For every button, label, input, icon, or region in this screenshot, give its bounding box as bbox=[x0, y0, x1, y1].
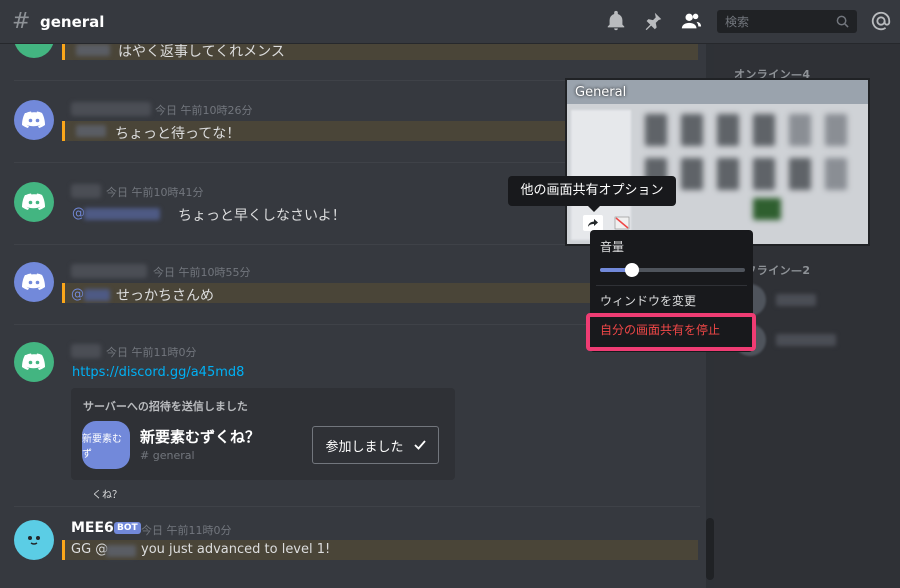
share-options-tooltip: 他の画面共有オプション bbox=[508, 176, 676, 212]
avatar[interactable] bbox=[14, 262, 54, 302]
channel-title: general bbox=[40, 13, 105, 31]
message-text: ちょっと待ってな！ bbox=[115, 126, 241, 142]
mentions-icon[interactable] bbox=[870, 10, 892, 32]
channel-header: # general bbox=[0, 0, 900, 44]
discord-logo-icon bbox=[22, 353, 45, 370]
server-icon[interactable]: 新要素むず bbox=[82, 421, 130, 469]
username[interactable] bbox=[71, 344, 101, 358]
username[interactable] bbox=[71, 184, 101, 198]
volume-slider-handle[interactable] bbox=[624, 263, 639, 277]
volume-slider[interactable] bbox=[600, 263, 745, 277]
invite-embed: サーバーへの招待を送信しました 新要素むず 新要素むずくね？ # general… bbox=[71, 388, 455, 480]
joined-button[interactable]: 参加しました bbox=[312, 426, 439, 464]
timestamp: 今日 午前10時26分 bbox=[155, 104, 253, 117]
username[interactable] bbox=[71, 264, 147, 278]
message-text: はやく返事してくれメンス bbox=[118, 44, 285, 60]
menu-separator bbox=[596, 285, 747, 286]
discord-logo-icon bbox=[22, 193, 45, 210]
avatar[interactable] bbox=[14, 342, 54, 382]
timestamp: 今日 午前10時41分 bbox=[106, 186, 204, 199]
avatar[interactable] bbox=[14, 182, 54, 222]
avatar[interactable] bbox=[14, 520, 54, 560]
discord-logo-icon bbox=[22, 111, 45, 128]
username[interactable] bbox=[71, 102, 151, 116]
avatar[interactable] bbox=[14, 44, 54, 58]
scrollbar-thumb[interactable] bbox=[706, 518, 714, 580]
search-icon bbox=[836, 15, 849, 28]
member-name[interactable] bbox=[776, 294, 816, 306]
message: はやく返事してくれメンス bbox=[0, 44, 700, 82]
message-text: you just advanced to level 1! bbox=[141, 542, 331, 557]
timestamp: 今日 午前11時0分 bbox=[141, 524, 232, 537]
timestamp: 今日 午前11時0分 bbox=[106, 346, 197, 359]
search-box[interactable] bbox=[717, 10, 857, 33]
change-window-item[interactable]: ウィンドウを変更 bbox=[600, 292, 696, 309]
mention[interactable]: @ bbox=[71, 287, 84, 302]
stream-mute-icon[interactable] bbox=[613, 215, 631, 231]
mee6-face-icon bbox=[28, 536, 40, 545]
bot-tag: BOT bbox=[114, 522, 141, 534]
invite-channel: # general bbox=[140, 449, 195, 462]
bell-icon[interactable] bbox=[605, 10, 627, 32]
message-text: ちょっと早くしなさいよ！ bbox=[178, 208, 346, 224]
server-icon-caption: くね？ bbox=[92, 490, 122, 501]
message-prefix: GG @ bbox=[71, 542, 109, 557]
invite-link[interactable]: https://discord.gg/a45md8 bbox=[72, 365, 244, 380]
stream-preview[interactable]: General bbox=[565, 78, 870, 246]
share-arrow-icon bbox=[588, 219, 598, 227]
member-list-icon[interactable] bbox=[680, 10, 702, 32]
stream-context-menu: 音量 ウィンドウを変更 自分の画面共有を停止 bbox=[590, 230, 753, 352]
check-icon bbox=[413, 440, 426, 450]
share-options-button[interactable] bbox=[583, 215, 603, 231]
member-name[interactable] bbox=[776, 334, 836, 346]
invite-heading: サーバーへの招待を送信しました bbox=[83, 400, 248, 413]
stop-screen-share-item[interactable]: 自分の画面共有を停止 bbox=[600, 321, 720, 338]
username[interactable]: MEE6 bbox=[71, 520, 114, 536]
discord-logo-icon bbox=[22, 273, 45, 290]
search-input[interactable] bbox=[717, 10, 827, 33]
pin-icon[interactable] bbox=[642, 10, 664, 32]
message-text: せっかちさんめ bbox=[116, 288, 214, 304]
timestamp: 今日 午前10時55分 bbox=[153, 266, 251, 279]
server-name[interactable]: 新要素むずくね？ bbox=[140, 426, 260, 447]
divider bbox=[14, 506, 700, 507]
volume-label: 音量 bbox=[600, 240, 625, 254]
avatar[interactable] bbox=[14, 100, 54, 140]
stream-title: General bbox=[575, 85, 627, 100]
hashtag-icon: # bbox=[12, 9, 31, 34]
